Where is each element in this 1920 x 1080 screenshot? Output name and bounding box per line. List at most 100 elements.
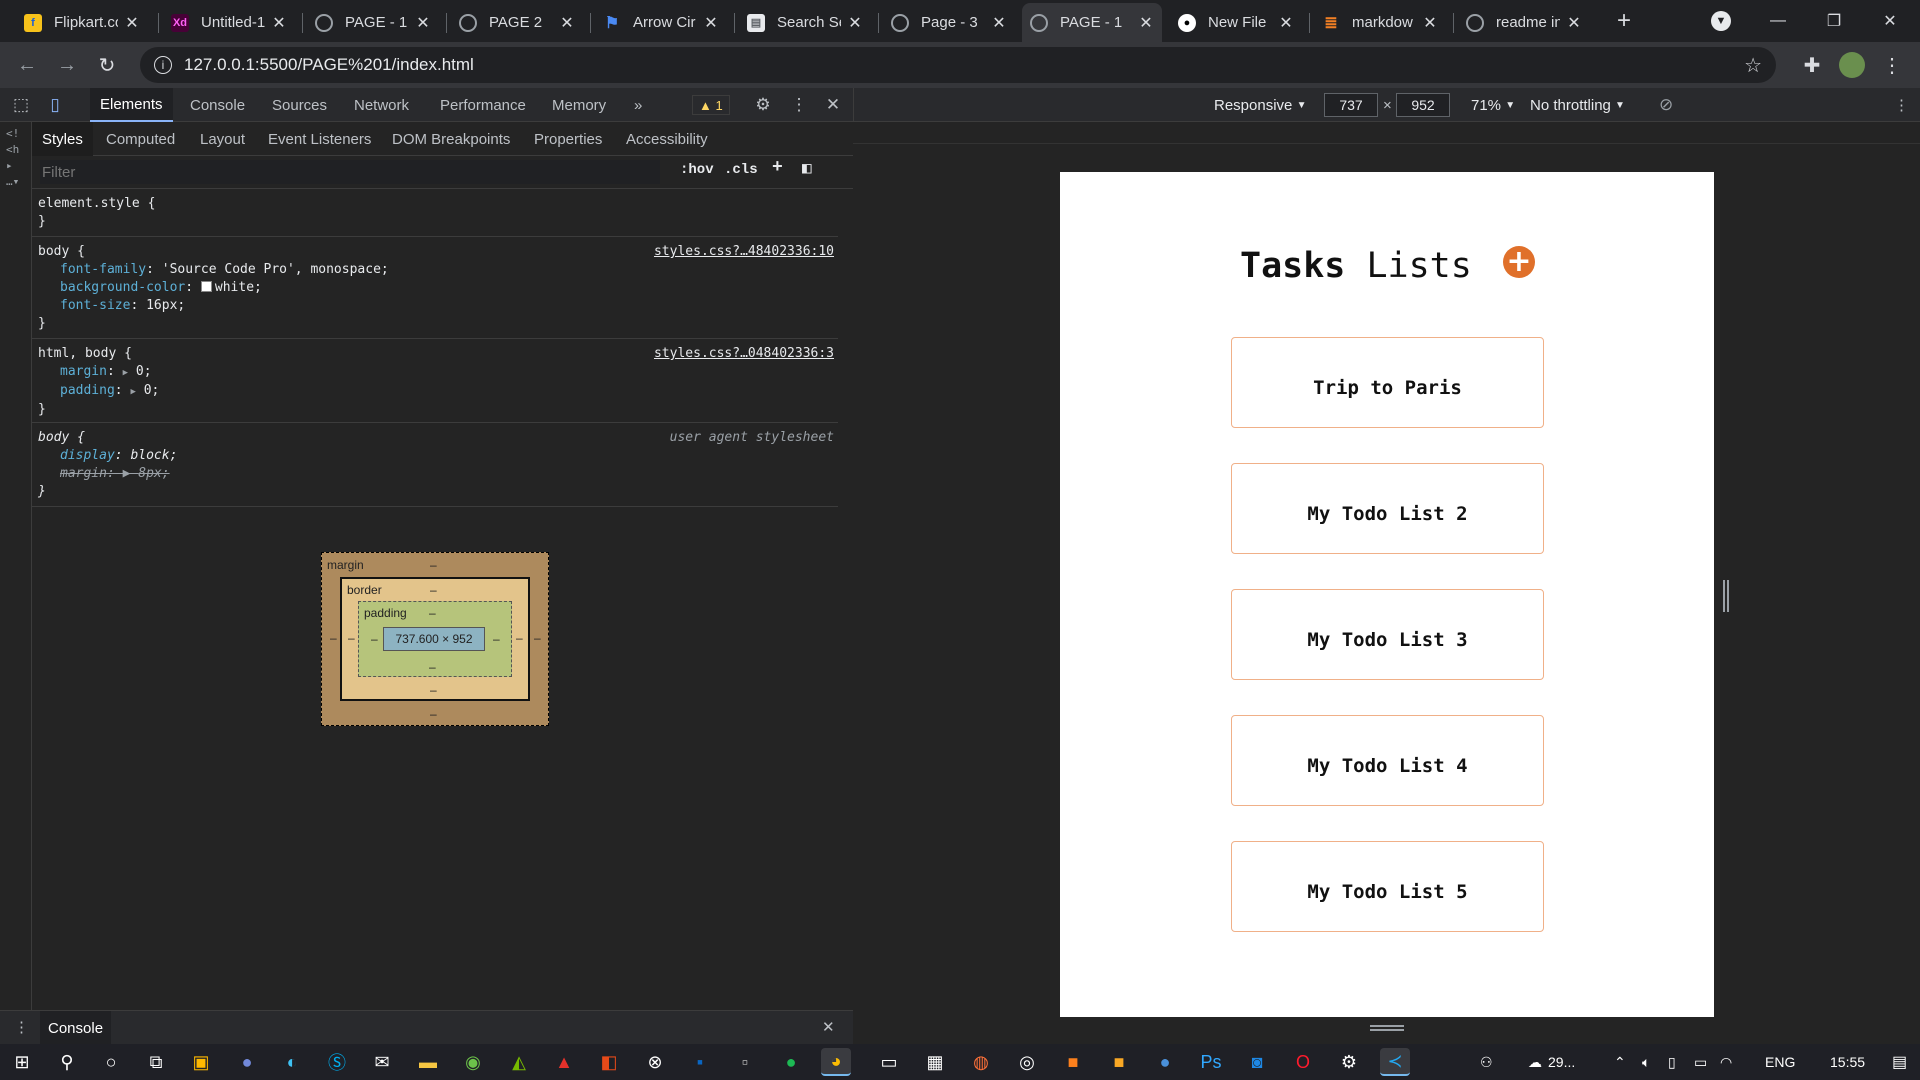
task-list-card[interactable]: My Todo List 5 — [1231, 841, 1544, 932]
task-view-icon[interactable]: ⧉ — [141, 1048, 171, 1076]
drawer-menu-icon[interactable]: ⋮ — [14, 1018, 29, 1036]
device-toggle-icon[interactable]: ▯ — [40, 88, 70, 122]
viewport-height-input[interactable]: 952 — [1396, 93, 1450, 117]
subtab-event-listeners[interactable]: Event Listeners — [258, 122, 381, 156]
close-tab-icon[interactable]: ✕ — [991, 13, 1007, 33]
subtab-properties[interactable]: Properties — [524, 122, 612, 156]
new-style-rule-icon[interactable]: + — [772, 158, 783, 180]
close-drawer-icon[interactable]: ✕ — [822, 1018, 835, 1036]
video-editor-icon[interactable]: ▦ — [920, 1048, 950, 1076]
toggle-sidebar-icon[interactable]: ◧ — [802, 158, 812, 180]
extensions-icon[interactable]: ✚ — [1795, 48, 1829, 82]
search-icon[interactable]: ⚲ — [52, 1048, 82, 1076]
more-tabs-icon[interactable]: » — [624, 88, 652, 122]
throttling-select[interactable]: No throttling ▼ — [1530, 88, 1625, 122]
discord-icon[interactable]: ● — [232, 1048, 262, 1076]
sublime-icon[interactable]: ■ — [1104, 1048, 1134, 1076]
close-tab-icon[interactable]: ✕ — [703, 13, 719, 33]
settings-icon[interactable]: ⚙ — [1334, 1048, 1364, 1076]
box-model-content-size[interactable]: 737.600 × 952 — [383, 627, 485, 651]
hover-state-toggle[interactable]: :hov — [680, 162, 714, 184]
phone-link-icon[interactable]: ▯ — [1668, 1044, 1676, 1080]
browser-tab[interactable]: ⚑ Arrow Cir ✕ — [595, 3, 727, 42]
tab-sources[interactable]: Sources — [262, 88, 337, 122]
battery-icon[interactable]: ▭ — [1694, 1044, 1707, 1080]
back-icon[interactable]: ← — [10, 48, 44, 82]
app-camera-icon[interactable]: ◙ — [1242, 1048, 1272, 1076]
close-window-icon[interactable]: ✕ — [1862, 0, 1918, 42]
declaration[interactable]: padding: ▶ 0; — [38, 382, 832, 401]
clock[interactable]: 15:55 — [1830, 1044, 1865, 1080]
color-swatch[interactable] — [200, 281, 212, 292]
close-tab-icon[interactable]: ✕ — [271, 13, 287, 33]
viewport-resize-handle[interactable] — [1723, 580, 1729, 612]
xbox-icon[interactable]: ⊗ — [640, 1048, 670, 1076]
opera-icon[interactable]: O — [1288, 1048, 1318, 1076]
app-icon[interactable]: ▫ — [730, 1048, 760, 1076]
tab-network[interactable]: Network — [344, 88, 419, 122]
rule-body[interactable]: styles.css?…48402336:10 body { font-fami… — [32, 237, 838, 339]
notifications-icon[interactable]: ▤ — [1892, 1044, 1907, 1080]
nvidia-icon[interactable]: ◭ — [504, 1048, 534, 1076]
restore-icon[interactable]: ❐ — [1806, 0, 1862, 42]
subtab-styles[interactable]: Styles — [32, 122, 93, 156]
obs-icon[interactable]: ◎ — [1012, 1048, 1042, 1076]
browser-tab[interactable]: ≣ markdow ✕ — [1314, 3, 1446, 42]
skype-icon[interactable]: Ⓢ — [322, 1048, 352, 1076]
task-list-card[interactable]: Trip to Paris — [1231, 337, 1544, 428]
weather-widget[interactable]: ☁ 29... — [1528, 1044, 1575, 1080]
site-info-icon[interactable]: i — [154, 56, 172, 74]
viewport-bottom-resize-handle[interactable] — [1370, 1025, 1404, 1031]
rule-html-body[interactable]: styles.css?…048402336:3 html, body { mar… — [32, 339, 838, 423]
browser-tab[interactable]: f Flipkart.co ✕ — [16, 3, 148, 42]
add-task-list-icon[interactable]: + — [1503, 246, 1535, 278]
rule-element-style[interactable]: element.style { } — [32, 189, 838, 237]
zoom-select[interactable]: 71% ▼ — [1471, 88, 1515, 122]
volume-icon[interactable]: 🔈︎ — [1642, 1044, 1650, 1080]
dom-tree-collapsed[interactable]: <! <h ▸ …▾ — [0, 122, 32, 1042]
store-icon[interactable]: ▣ — [186, 1048, 216, 1076]
input-language[interactable]: ENG — [1765, 1044, 1795, 1080]
tray-chevron-icon[interactable]: ⌃ — [1614, 1044, 1626, 1080]
reload-icon[interactable]: ↻ — [90, 48, 124, 82]
spotify-icon[interactable]: ● — [776, 1048, 806, 1076]
bookmark-star-icon[interactable]: ☆ — [1744, 53, 1762, 78]
forward-icon[interactable]: → — [50, 48, 84, 82]
settings-gear-icon[interactable]: ⚙ — [748, 88, 778, 122]
task-list-card[interactable]: My Todo List 4 — [1231, 715, 1544, 806]
tab-memory[interactable]: Memory — [542, 88, 616, 122]
subtab-accessibility[interactable]: Accessibility — [616, 122, 718, 156]
close-tab-icon[interactable]: ✕ — [415, 13, 431, 33]
close-tab-icon[interactable]: ✕ — [847, 13, 863, 33]
firefox-icon[interactable]: ◍ — [966, 1048, 996, 1076]
task-list-card[interactable]: My Todo List 2 — [1231, 463, 1544, 554]
device-toolbar-menu-icon[interactable]: ⋮ — [1894, 88, 1909, 122]
tab-elements[interactable]: Elements — [90, 88, 173, 122]
device-mode-select[interactable]: Responsive ▼ — [1214, 88, 1306, 122]
close-tab-icon[interactable]: ✕ — [1138, 13, 1154, 33]
devtools-menu-icon[interactable]: ⋮ — [784, 88, 814, 122]
close-tab-icon[interactable]: ✕ — [1278, 13, 1294, 33]
edge-icon[interactable]: ◐ — [277, 1048, 307, 1076]
subtab-layout[interactable]: Layout — [190, 122, 255, 156]
declaration[interactable]: margin: ▶ 0; — [38, 363, 832, 382]
linkedin-icon[interactable]: ▪ — [685, 1048, 715, 1076]
browser-tab-active[interactable]: PAGE - 1 ✕ — [1022, 3, 1162, 42]
rule-source-link[interactable]: styles.css?…48402336:10 — [654, 243, 834, 261]
windows-start-icon[interactable]: ⊞ — [7, 1048, 37, 1076]
subtab-dom-breakpoints[interactable]: DOM Breakpoints — [382, 122, 520, 156]
task-list-card[interactable]: My Todo List 3 — [1231, 589, 1544, 680]
browser-tab[interactable]: PAGE 2 ✕ — [451, 3, 583, 42]
vscode-icon[interactable]: ≺ — [1380, 1048, 1410, 1076]
browser-tab[interactable]: ▤ Search Se ✕ — [739, 3, 871, 42]
app-blue-icon[interactable]: ● — [1150, 1048, 1180, 1076]
rule-ua-body[interactable]: user agent stylesheet body { display: bl… — [32, 423, 838, 507]
cortana-icon[interactable]: ○ — [96, 1048, 126, 1076]
jetbrains-icon[interactable]: ■ — [1058, 1048, 1088, 1076]
close-tab-icon[interactable]: ✕ — [559, 13, 575, 33]
declaration[interactable]: background-color: white; — [38, 279, 832, 297]
subtab-computed[interactable]: Computed — [96, 122, 185, 156]
acrobat-icon[interactable]: ▲ — [549, 1048, 579, 1076]
tab-performance[interactable]: Performance — [430, 88, 536, 122]
close-devtools-icon[interactable]: ✕ — [818, 88, 848, 122]
